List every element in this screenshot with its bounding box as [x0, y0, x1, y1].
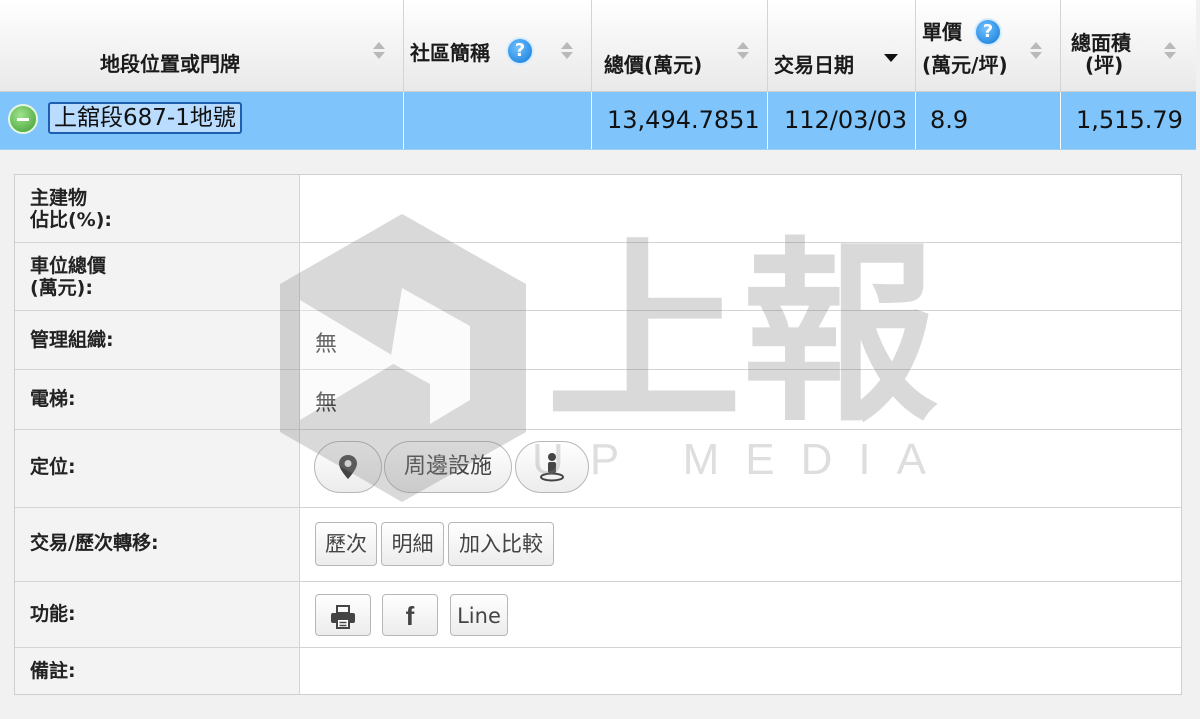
row-location[interactable]: 上舘段687-1地號: [48, 102, 242, 134]
sort-total-price-icon[interactable]: [737, 42, 749, 60]
function-label: 功能:: [15, 582, 300, 647]
header-community[interactable]: 社區簡稱 ?: [404, 0, 592, 91]
header-community-label: 社區簡稱: [410, 41, 490, 65]
detail-row-main-building: 主建物 佔比(%):: [15, 175, 1181, 243]
header-location[interactable]: 地段位置或門牌: [0, 0, 404, 91]
detail-row-elevator: 電梯: 無: [15, 370, 1181, 430]
detail-row-transfer: 交易/歷次轉移: 歷次 明細 加入比較: [15, 508, 1181, 582]
row-unit-price: 8.9: [930, 106, 969, 134]
table-row[interactable]: 上舘段687-1地號 13,494.7851 112/03/03 8.9 1,5…: [0, 92, 1196, 150]
row-community-cell: [404, 92, 592, 149]
sort-unit-price-icon[interactable]: [1030, 42, 1042, 60]
facebook-icon[interactable]: f: [382, 594, 438, 636]
detail-row-location: 定位: 周邊設施: [15, 430, 1181, 508]
function-actions: f Line: [300, 582, 1181, 647]
management-value-text: 無: [315, 332, 338, 357]
parking-label: 車位總價 (萬元):: [15, 243, 300, 310]
header-area[interactable]: 總面積 (坪): [1061, 0, 1196, 91]
detail-row-function: 功能: f Line: [15, 582, 1181, 648]
parking-value: [300, 243, 1181, 310]
main-building-label-line2: 佔比(%):: [30, 209, 113, 231]
header-unit-price-label-2: (萬元/坪): [922, 53, 1008, 77]
transfer-actions: 歷次 明細 加入比較: [300, 508, 1181, 581]
main-building-value: [300, 175, 1181, 242]
sort-community-icon[interactable]: [561, 42, 573, 60]
row-total-price-cell: 13,494.7851: [592, 92, 768, 149]
sort-date-desc-icon[interactable]: [884, 54, 898, 64]
row-date: 112/03/03: [784, 106, 908, 134]
header-area-label-2: (坪): [1085, 53, 1124, 77]
print-button[interactable]: [315, 594, 371, 636]
elevator-value: 無: [300, 370, 1181, 429]
elevator-value-text: 無: [315, 391, 338, 416]
table-header: 地段位置或門牌 社區簡稱 ? 總價(萬元) 交易日期 單價 ? (萬元/坪) 總…: [0, 0, 1196, 92]
details-button[interactable]: 明細: [381, 522, 444, 566]
row-date-cell: 112/03/03: [768, 92, 916, 149]
parking-label-line2: (萬元):: [30, 277, 93, 299]
street-view-icon: [540, 453, 564, 482]
management-label: 管理組織:: [15, 311, 300, 369]
map-pin-button[interactable]: [314, 441, 382, 493]
line-share-button[interactable]: Line: [450, 594, 508, 636]
nearby-facilities-button[interactable]: 周邊設施: [384, 441, 512, 493]
location-actions: 周邊設施: [300, 430, 1181, 507]
history-button[interactable]: 歷次: [315, 522, 377, 566]
header-unit-price-label-1: 單價: [922, 20, 962, 44]
header-date-label: 交易日期: [774, 53, 854, 77]
parking-label-line1: 車位總價: [30, 255, 107, 277]
remarks-label: 備註:: [15, 648, 300, 694]
detail-row-parking: 車位總價 (萬元):: [15, 243, 1181, 311]
row-area-cell: 1,515.79: [1061, 92, 1196, 149]
elevator-label: 電梯:: [15, 370, 300, 429]
transfer-label: 交易/歷次轉移:: [15, 508, 300, 581]
detail-panel: 主建物 佔比(%): 車位總價 (萬元): 管理組織: 無 電梯: 無 定位: …: [14, 174, 1182, 695]
header-total-price-label: 總價(萬元): [604, 53, 703, 77]
header-date[interactable]: 交易日期: [768, 0, 916, 91]
help-icon[interactable]: ?: [506, 37, 534, 65]
row-total-price: 13,494.7851: [607, 106, 760, 134]
header-total-price[interactable]: 總價(萬元): [592, 0, 768, 91]
main-building-label: 主建物 佔比(%):: [15, 175, 300, 242]
detail-row-management: 管理組織: 無: [15, 311, 1181, 370]
remarks-value: [300, 648, 1181, 694]
sort-location-icon[interactable]: [373, 42, 385, 60]
main-building-label-line1: 主建物: [30, 187, 88, 209]
street-view-button[interactable]: [515, 441, 589, 493]
sort-area-icon[interactable]: [1164, 42, 1176, 60]
printer-icon: [331, 605, 355, 629]
row-area: 1,515.79: [1076, 106, 1183, 134]
map-pin-icon: [339, 455, 357, 479]
row-unit-price-cell: 8.9: [916, 92, 1061, 149]
compare-button[interactable]: 加入比較: [448, 522, 554, 566]
management-value: 無: [300, 311, 1181, 369]
header-unit-price[interactable]: 單價 ? (萬元/坪): [916, 0, 1061, 91]
header-area-label-1: 總面積: [1071, 31, 1131, 55]
location-label: 定位:: [15, 430, 300, 507]
header-location-label: 地段位置或門牌: [100, 52, 240, 76]
help-icon[interactable]: ?: [974, 18, 1002, 46]
row-location-cell: 上舘段687-1地號: [0, 92, 404, 149]
detail-row-remarks: 備註:: [15, 648, 1181, 694]
collapse-minus-icon[interactable]: [8, 104, 38, 134]
